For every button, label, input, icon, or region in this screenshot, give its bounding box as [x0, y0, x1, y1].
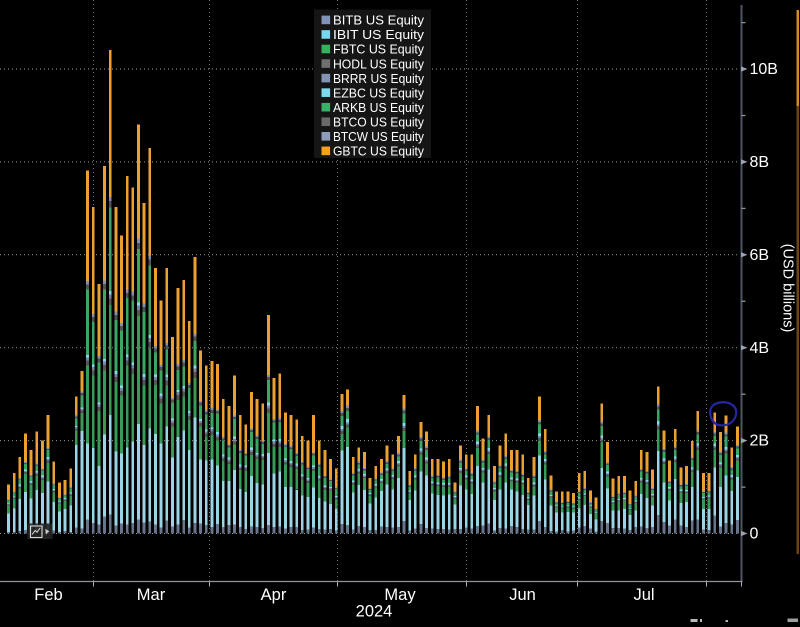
svg-text:EZBC US Equity: EZBC US Equity — [333, 85, 425, 100]
svg-text:May: May — [384, 586, 416, 604]
svg-text:Feb: Feb — [34, 586, 62, 604]
svg-text:Apr: Apr — [261, 586, 287, 604]
svg-text:Mar: Mar — [137, 586, 166, 604]
svg-text:8B: 8B — [750, 154, 770, 171]
svg-text:2B: 2B — [750, 433, 770, 450]
svg-text:10B: 10B — [750, 61, 778, 78]
svg-text:BRRR US Equity: BRRR US Equity — [333, 71, 425, 86]
svg-text:Jul: Jul — [633, 586, 654, 604]
svg-text:BTCW US Equity: BTCW US Equity — [333, 129, 425, 144]
svg-text:0: 0 — [750, 526, 759, 543]
svg-text:HODL US Equity: HODL US Equity — [333, 56, 425, 71]
svg-text:FBTC US Equity: FBTC US Equity — [333, 42, 425, 57]
svg-text:ARKB US Equity: ARKB US Equity — [333, 100, 425, 115]
svg-text:(USD billions): (USD billions) — [780, 244, 796, 333]
svg-text:IBIT US Equity: IBIT US Equity — [333, 27, 425, 42]
svg-text:6B: 6B — [750, 247, 770, 264]
svg-text:BTCO US Equity: BTCO US Equity — [333, 114, 425, 129]
svg-text:2024: 2024 — [356, 603, 393, 621]
svg-text:4B: 4B — [750, 340, 770, 357]
svg-text:GBTC US Equity: GBTC US Equity — [333, 144, 425, 159]
svg-text:BITB US Equity: BITB US Equity — [333, 13, 425, 28]
svg-text:Jun: Jun — [509, 586, 536, 604]
